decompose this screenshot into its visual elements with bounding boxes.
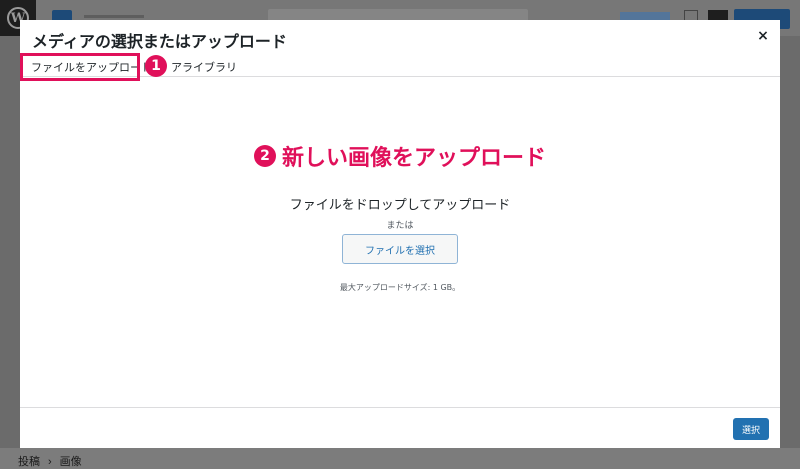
breadcrumb-item-post[interactable]: 投稿 — [18, 456, 40, 468]
max-upload-size: 最大アップロードサイズ: 1 GB。 — [339, 283, 461, 292]
breadcrumb: 投稿 › 画像 — [18, 453, 82, 469]
tab-media-library[interactable]: アライブラリ — [171, 59, 237, 75]
select-files-button[interactable]: ファイルを選択 — [342, 234, 458, 264]
annotation-badge-2: 2 — [253, 145, 276, 167]
select-button[interactable]: 選択 — [733, 418, 769, 440]
annotation-highlight-box — [20, 53, 140, 81]
breadcrumb-item-image[interactable]: 画像 — [60, 456, 82, 468]
annotation-step-2: 2 新しい画像をアップロード — [20, 140, 780, 172]
chevron-right-icon: › — [48, 456, 52, 468]
close-icon[interactable]: × — [755, 28, 771, 44]
modal-header: メディアの選択またはアップロード × — [20, 20, 780, 55]
upload-drop-zone[interactable]: 2 新しい画像をアップロード ファイルをドロップしてアップロード または ファイ… — [20, 78, 780, 408]
annotation-step-2-text: 新しい画像をアップロード — [281, 146, 546, 171]
annotation-badge-1: 1 — [145, 55, 167, 77]
media-modal: メディアの選択またはアップロード × ファイルをアップロード アライブラリ 1 … — [20, 20, 780, 448]
modal-title: メディアの選択またはアップロード — [32, 32, 287, 51]
editor-footer — [0, 448, 800, 469]
drop-instructions: ファイルをドロップしてアップロード — [289, 198, 511, 213]
modal-toolbar: 選択 — [20, 407, 780, 448]
or-separator-text: または — [386, 221, 414, 231]
editor-tools — [84, 15, 144, 18]
